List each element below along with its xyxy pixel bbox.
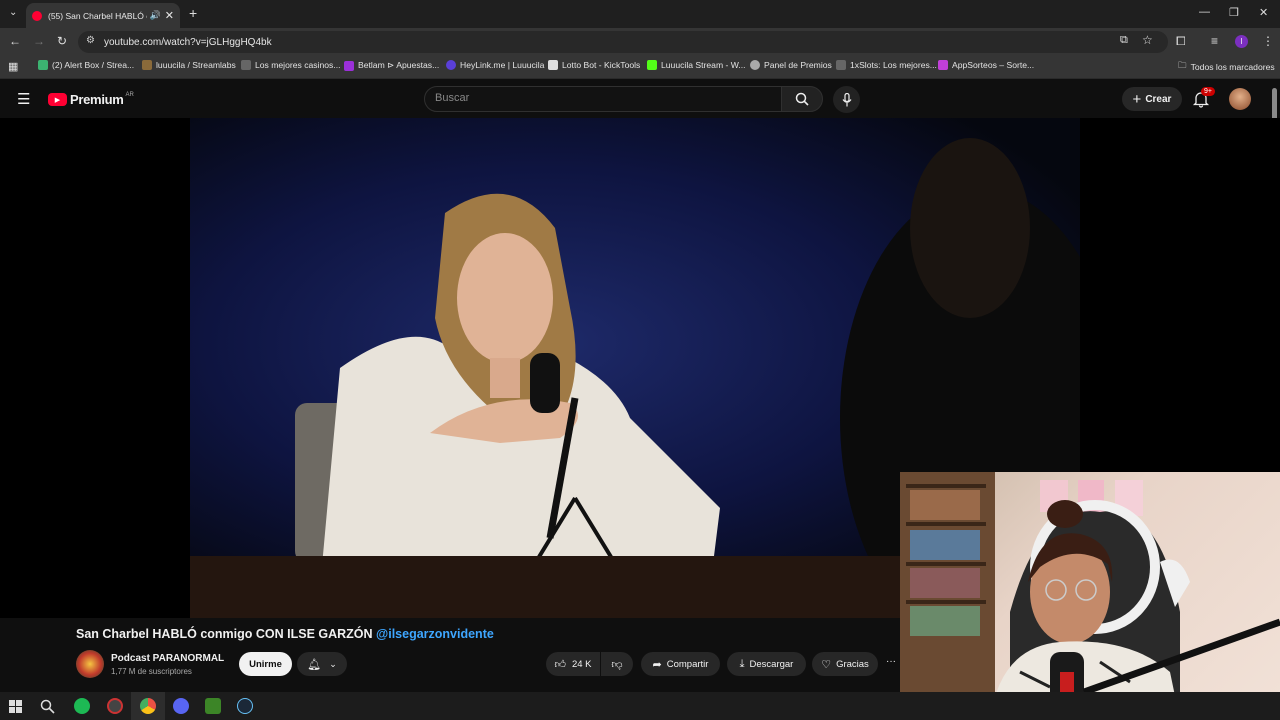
- youtube-logo[interactable]: ▶ Premium AR: [48, 92, 134, 107]
- join-button[interactable]: Unirme: [239, 652, 292, 676]
- tab-search-chevron-icon[interactable]: ⌄: [9, 7, 17, 18]
- channel-name[interactable]: Podcast PARANORMAL: [111, 653, 224, 664]
- site-info-icon[interactable]: ⚙: [86, 35, 95, 46]
- bookmark-item[interactable]: luuucila / Streamlabs: [142, 60, 236, 70]
- region-code: AR: [125, 91, 134, 98]
- obs-icon[interactable]: [107, 698, 123, 714]
- guest-handle-link[interactable]: @ilsegarzonvidente: [376, 627, 494, 641]
- address-bar[interactable]: ⚙ youtube.com/watch?v=jGLHggHQ4bk ⧉ ☆: [78, 31, 1168, 53]
- windows-start-icon[interactable]: [9, 700, 22, 713]
- url-text: youtube.com/watch?v=jGLHggHQ4bk: [104, 36, 272, 48]
- folder-icon: 🗀: [1178, 60, 1187, 70]
- super-thanks-icon: ♡: [821, 658, 832, 671]
- browser-toolbar: ← → ↻ ⚙ youtube.com/watch?v=jGLHggHQ4bk …: [0, 28, 1280, 55]
- bookmark-item[interactable]: (2) Alert Box / Strea...: [38, 60, 134, 70]
- create-button[interactable]: + Crear: [1122, 87, 1182, 111]
- plus-icon: +: [1132, 90, 1142, 108]
- user-avatar[interactable]: [1229, 88, 1251, 110]
- apps-grid-icon[interactable]: ▦: [8, 60, 18, 73]
- install-app-icon[interactable]: ⧉: [1120, 34, 1128, 47]
- download-button[interactable]: ⤓ Descargar: [727, 652, 806, 676]
- microphone-icon: [842, 92, 851, 106]
- premium-label: Premium: [70, 92, 124, 107]
- thanks-button[interactable]: ♡ Gracias: [812, 652, 878, 676]
- bookmark-star-icon[interactable]: ☆: [1142, 33, 1153, 47]
- bookmark-item[interactable]: 1xSlots: Los mejores...: [836, 60, 937, 70]
- reload-icon[interactable]: ↻: [57, 34, 67, 48]
- share-arrow-icon: ➦: [652, 658, 662, 671]
- discord-icon[interactable]: [173, 698, 189, 714]
- profile-avatar[interactable]: I: [1235, 35, 1248, 48]
- notifications-button[interactable]: 9+: [1192, 87, 1215, 113]
- new-tab-icon[interactable]: +: [189, 5, 197, 21]
- download-icon: ⤓: [739, 657, 745, 670]
- youtube-play-logo-icon: ▶: [48, 93, 67, 106]
- bookmark-item[interactable]: Lotto Bot - KickTools: [548, 60, 640, 70]
- webcam-scene-illustration: [900, 472, 1280, 720]
- bell-icon: 🔔︎: [307, 658, 322, 671]
- restore-icon[interactable]: ❐: [1229, 6, 1239, 19]
- browser-tab-active[interactable]: (55) San Charbel HABLÓ co 🔊 ✕: [26, 3, 180, 28]
- extensions-icon[interactable]: ⧠: [1176, 34, 1186, 49]
- tab-title: (55) San Charbel HABLÓ co: [48, 10, 147, 21]
- share-button[interactable]: ➦ Compartir: [641, 652, 720, 676]
- audio-playing-icon[interactable]: 🔊: [150, 10, 161, 21]
- steam-icon[interactable]: [237, 698, 253, 714]
- taskbar: [0, 692, 1280, 720]
- bookmark-item[interactable]: Panel de Premios: [750, 60, 832, 70]
- video-title-text: San Charbel HABLÓ conmigo CON ILSE GARZÓ…: [76, 627, 373, 641]
- subscriber-count: 1,77 M de suscriptores: [111, 667, 192, 676]
- dislike-button[interactable]: 👎︎: [601, 652, 633, 676]
- subscription-bell-button[interactable]: 🔔︎ ⌄: [297, 652, 347, 676]
- minecraft-icon[interactable]: [205, 698, 221, 714]
- chevron-down-icon: ⌄: [329, 658, 337, 669]
- more-actions-icon[interactable]: ···: [886, 656, 896, 667]
- webcam-overlay: [900, 472, 1280, 720]
- minimize-icon[interactable]: —: [1199, 6, 1210, 18]
- hamburger-menu-icon[interactable]: ☰: [17, 90, 30, 108]
- thumbs-up-icon: 👍︎: [554, 658, 566, 671]
- tab-close-icon[interactable]: ✕: [165, 9, 174, 22]
- bookmark-item[interactable]: HeyLink.me | Luuucila: [446, 60, 544, 70]
- channel-avatar[interactable]: [76, 650, 104, 678]
- bookmark-item[interactable]: Betlam ⊳ Apuestas...: [344, 60, 439, 71]
- reading-list-icon[interactable]: ≡: [1211, 34, 1218, 48]
- like-button[interactable]: 👍︎ 24 K: [546, 652, 600, 676]
- search-button[interactable]: [781, 86, 823, 112]
- search-input[interactable]: Buscar: [424, 86, 782, 112]
- bookmarks-bar: ▦ (2) Alert Box / Strea... luuucila / St…: [0, 55, 1280, 79]
- search-icon: [795, 92, 809, 106]
- bookmark-item[interactable]: AppSorteos – Sorte...: [938, 60, 1034, 70]
- bookmark-item[interactable]: Los mejores casinos...: [241, 60, 341, 70]
- back-icon[interactable]: ←: [9, 34, 21, 48]
- tab-strip: ⌄ (55) San Charbel HABLÓ co 🔊 ✕ + — ❐ ✕: [0, 0, 1280, 28]
- youtube-favicon-icon: [32, 10, 42, 21]
- all-bookmarks-folder[interactable]: 🗀 Todos los marcadores: [1178, 60, 1275, 74]
- bookmark-item[interactable]: Luuucila Stream - W...: [647, 60, 746, 70]
- video-title: San Charbel HABLÓ conmigo CON ILSE GARZÓ…: [76, 627, 494, 641]
- browser-menu-icon[interactable]: ⋮: [1262, 34, 1274, 48]
- taskbar-search-icon[interactable]: [40, 699, 55, 714]
- voice-search-button[interactable]: [833, 86, 860, 113]
- active-app-highlight: [131, 692, 165, 720]
- forward-icon[interactable]: →: [33, 34, 45, 48]
- spotify-icon[interactable]: [74, 698, 90, 714]
- thumbs-down-icon: 👎︎: [611, 658, 623, 671]
- window-close-icon[interactable]: ✕: [1259, 6, 1268, 19]
- notifications-badge: 9+: [1201, 87, 1215, 96]
